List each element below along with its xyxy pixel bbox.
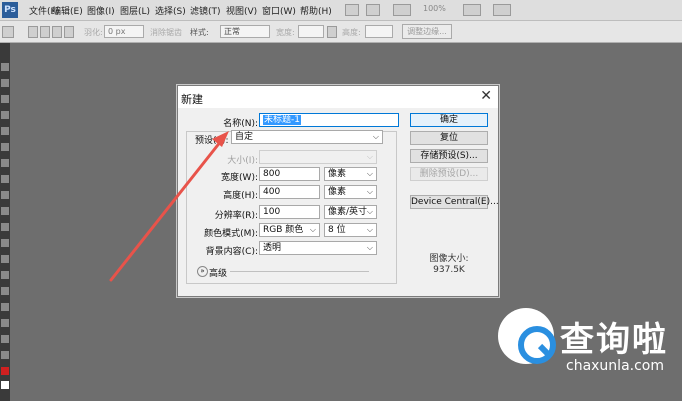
watermark: 查询啦 chaxunla.com <box>488 300 678 385</box>
watermark-text-cn: 查询啦 <box>560 320 668 360</box>
watermark-text-en: chaxunla.com <box>566 358 664 374</box>
watermark-logo-icon <box>498 308 556 364</box>
